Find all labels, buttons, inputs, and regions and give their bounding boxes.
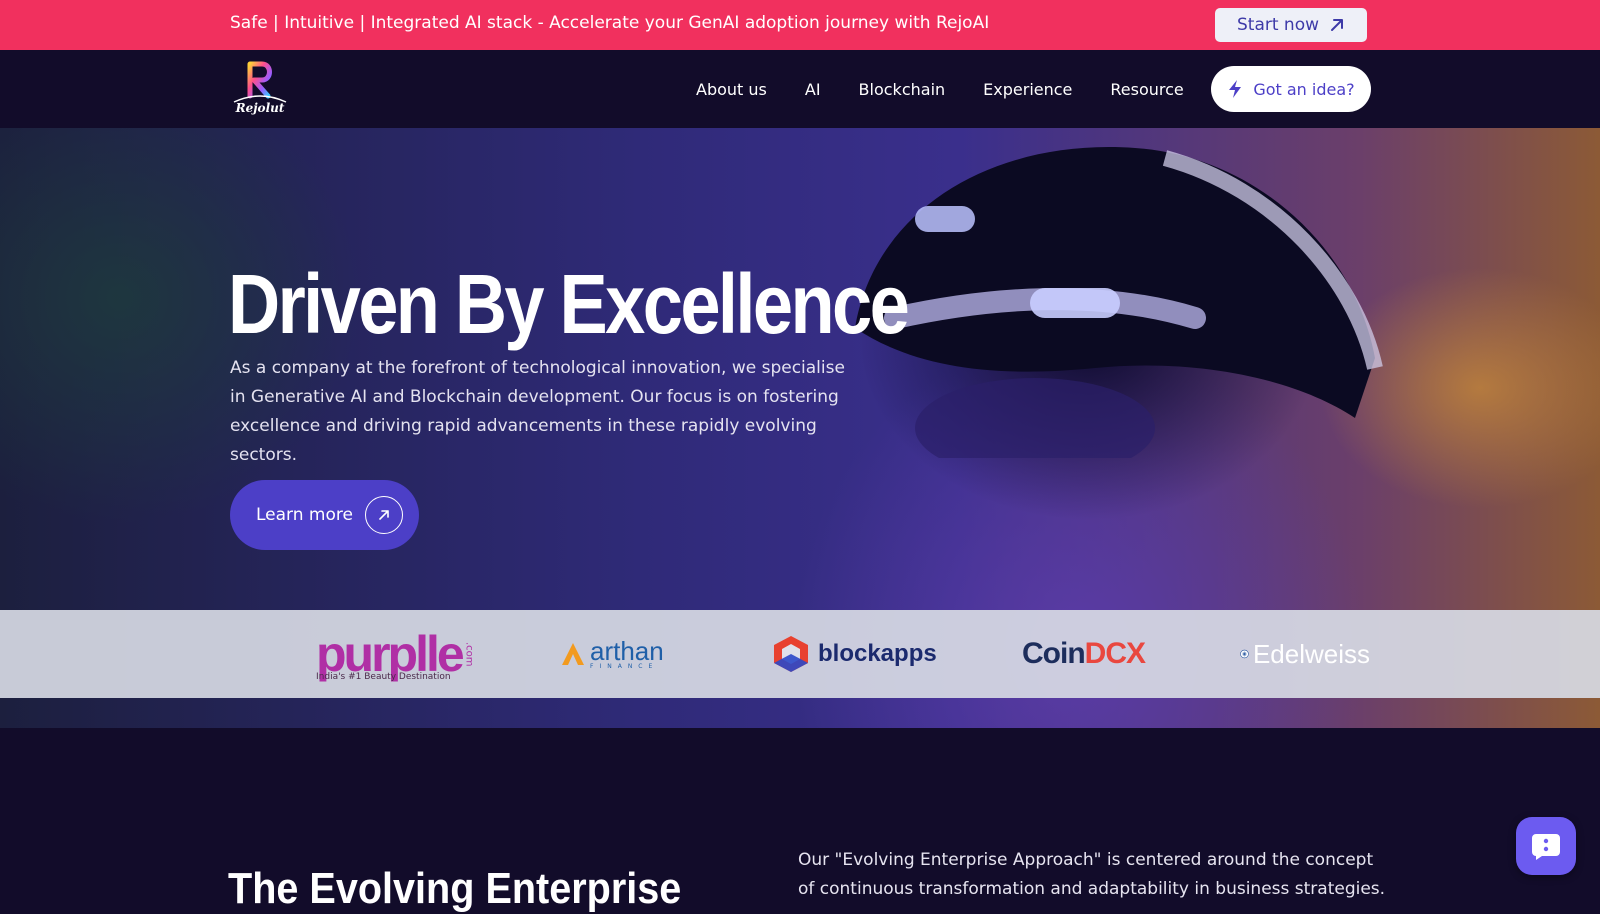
vr-headset-image [855,147,1383,458]
edelweiss-wordmark: Edelweiss [1252,638,1370,669]
client-logos-strip: purplle .com India's #1 Beauty Destinati… [0,610,1600,698]
got-an-idea-button[interactable]: Got an idea? [1211,66,1371,112]
got-an-idea-label: Got an idea? [1253,79,1355,99]
nav-experience[interactable]: Experience [983,80,1072,99]
arrow-up-right-icon [379,510,389,520]
logo-r-mark [233,61,287,103]
arrow-up-right-icon [1331,19,1343,31]
nav-ai[interactable]: AI [805,80,821,99]
nav-blockchain[interactable]: Blockchain [859,80,946,99]
lightning-icon [1229,80,1242,98]
rejolut-logo[interactable]: Rejolut [228,58,292,122]
site-header: Rejolut About us AI Blockchain Experienc… [0,50,1600,128]
section-title: The Evolving Enterprise [228,864,682,913]
edelweiss-flower-icon [1240,649,1249,659]
start-now-label: Start now [1236,15,1319,35]
purplle-logo: purplle .com India's #1 Beauty Destinati… [316,610,475,698]
learn-more-label: Learn more [256,505,353,525]
logo-text: Rejolut [235,101,285,115]
arthan-a-icon [562,643,584,665]
start-now-button[interactable]: Start now [1215,8,1367,42]
hero-description: As a company at the forefront of technol… [230,358,845,465]
edelweiss-logo: Edelweiss [1240,610,1370,698]
nav-about-us[interactable]: About us [696,80,767,99]
blockapps-logo: blockapps [772,610,937,698]
announcement-bar: Safe | Intuitive | Integrated AI stack -… [0,0,1600,50]
announcement-text: Safe | Intuitive | Integrated AI stack -… [230,13,990,33]
arthan-subtext: FINANCE [590,663,659,670]
nav-resource[interactable]: Resource [1110,80,1183,99]
hero-title: Driven By Excellence [228,257,910,351]
learn-more-button[interactable]: Learn more [230,480,419,550]
chat-widget-button[interactable] [1516,817,1576,875]
blockapps-wordmark: blockapps [818,640,937,667]
arthan-wordmark: arthan [590,636,664,666]
arthan-logo: arthan FINANCE [560,610,664,698]
main-nav: About us AI Blockchain Experience Resour… [696,50,1184,128]
coindcx-logo: Coin DCX [1022,610,1146,698]
chat-bubble-icon [1532,834,1560,860]
purplle-tagline: India's #1 Beauty Destination [316,672,451,682]
purplle-suffix: .com [463,641,475,667]
learn-more-arrow [365,496,403,534]
coindcx-wordmark-dcx: DCX [1084,637,1146,670]
section-description: Our "Evolving Enterprise Approach" is ce… [798,850,1386,899]
coindcx-wordmark-coin: Coin [1022,637,1086,670]
blockapps-hexagon-icon [774,636,808,672]
